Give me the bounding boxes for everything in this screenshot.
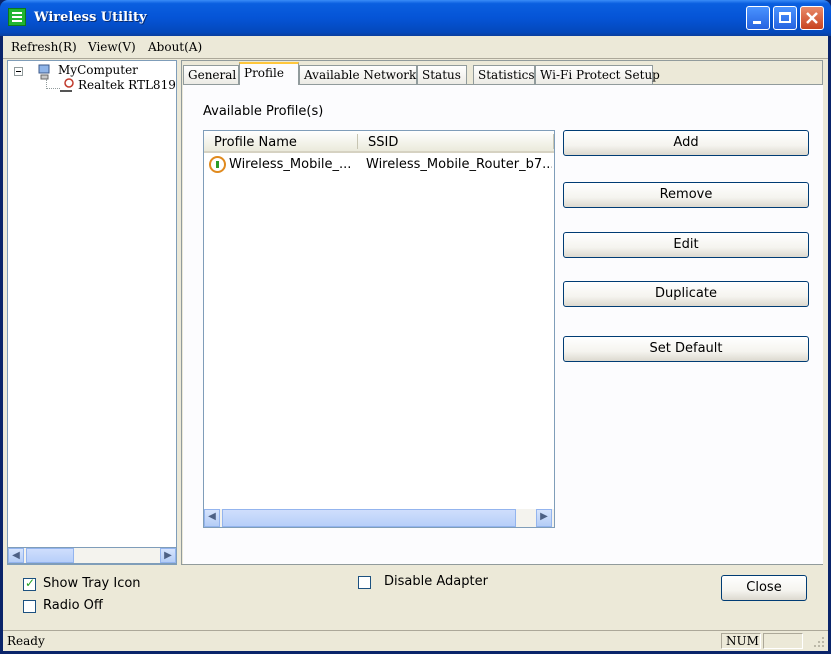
maximize-button[interactable] (773, 6, 797, 30)
tab-general[interactable]: General (183, 65, 239, 84)
set-default-button[interactable]: Set Default (563, 336, 809, 362)
tree-horizontal-scrollbar[interactable]: ◀ ▶ (7, 547, 177, 564)
duplicate-button[interactable]: Duplicate (563, 281, 809, 307)
radio-off-label[interactable]: Radio Off (43, 598, 103, 613)
app-icon (8, 8, 26, 26)
menu-divider (3, 58, 828, 59)
add-button[interactable]: Add (563, 130, 809, 156)
minimize-icon (753, 21, 761, 24)
tab-wifi-protect-setup[interactable]: Wi-Fi Protect Setup (535, 65, 660, 84)
menu-view[interactable]: View(V) (88, 40, 136, 54)
tree-root-label[interactable]: MyComputer (58, 63, 138, 77)
resize-grip-icon[interactable] (813, 636, 825, 648)
num-lock-indicator: NUM (721, 633, 761, 649)
available-profiles-label: Available Profile(s) (203, 104, 324, 119)
maximize-icon (779, 12, 791, 23)
num-lock-text: NUM (726, 634, 759, 648)
column-separator[interactable] (553, 134, 554, 149)
checkmark-icon: ✓ (25, 576, 36, 590)
scroll-left-icon[interactable]: ◀ (204, 509, 220, 527)
edit-button[interactable]: Edit (563, 232, 809, 258)
scrollbar-thumb[interactable] (26, 548, 74, 563)
disable-adapter-checkbox[interactable] (358, 576, 371, 589)
radio-off-checkbox[interactable] (23, 600, 36, 613)
minimize-button[interactable] (746, 6, 770, 30)
show-tray-icon-checkbox[interactable]: ✓ (23, 576, 36, 591)
menu-bar: Refresh(R) View(V) About(A) (3, 36, 828, 58)
column-profile-name[interactable]: Profile Name (214, 135, 297, 150)
tab-available-network[interactable]: Available Network (299, 65, 417, 84)
show-tray-icon-label[interactable]: Show Tray Icon (43, 576, 141, 591)
tab-profile[interactable]: Profile (239, 62, 299, 85)
scroll-right-icon[interactable]: ▶ (160, 548, 176, 563)
tree-adapter-label[interactable]: Realtek RTL819 (78, 78, 176, 92)
list-horizontal-scrollbar[interactable]: ◀ ▶ (204, 509, 554, 527)
tab-status[interactable]: Status (417, 65, 467, 84)
computer-icon (38, 64, 50, 80)
column-ssid[interactable]: SSID (368, 135, 398, 150)
wireless-profile-icon (209, 156, 226, 173)
profile-name-cell[interactable]: Wireless_Mobile_... (229, 157, 357, 172)
status-text: Ready (7, 634, 45, 648)
client-area: Refresh(R) View(V) About(A) MyComputer R… (3, 36, 828, 651)
list-header: Profile Name SSID (204, 131, 554, 153)
scroll-right-icon[interactable]: ▶ (536, 509, 552, 527)
device-tree[interactable]: MyComputer Realtek RTL819 (7, 60, 177, 565)
close-window-button[interactable] (800, 6, 824, 30)
collapse-icon[interactable] (14, 67, 23, 76)
remove-button[interactable]: Remove (563, 182, 809, 208)
app-window: Wireless Utility Refresh(R) View(V) Abou… (0, 0, 831, 654)
menu-refresh[interactable]: Refresh(R) (11, 40, 77, 54)
column-separator[interactable] (357, 134, 358, 149)
menu-about[interactable]: About(A) (148, 40, 202, 54)
disable-adapter-label[interactable]: Disable Adapter (384, 574, 488, 589)
title-bar[interactable]: Wireless Utility (0, 0, 831, 36)
scrollbar-thumb[interactable] (222, 509, 516, 527)
status-bar: Ready NUM (3, 630, 828, 651)
tab-statistics[interactable]: Statistics (473, 65, 535, 84)
close-button[interactable]: Close (721, 575, 807, 601)
window-title: Wireless Utility (34, 10, 147, 25)
network-adapter-icon (60, 78, 74, 92)
status-panel-empty (763, 633, 803, 649)
ssid-cell[interactable]: Wireless_Mobile_Router_b7... (366, 157, 552, 172)
scroll-left-icon[interactable]: ◀ (8, 548, 24, 563)
profile-list[interactable]: Profile Name SSID Wireless_Mobile_... Wi… (203, 130, 555, 528)
close-icon (806, 12, 818, 24)
